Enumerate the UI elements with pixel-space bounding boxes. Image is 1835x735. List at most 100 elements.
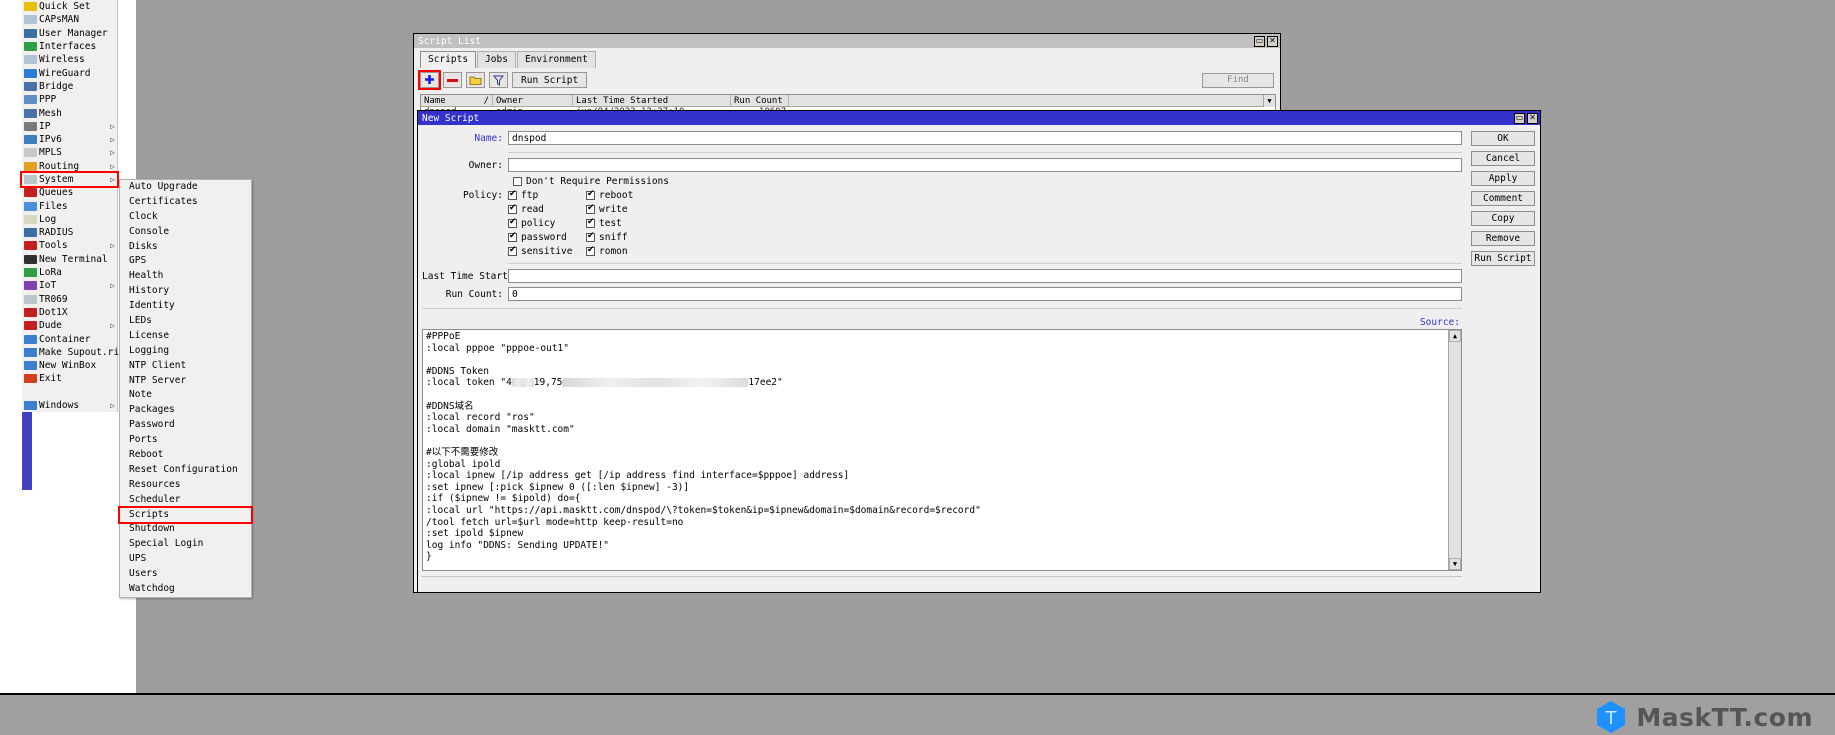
submenu-item-users[interactable]: Users	[120, 567, 251, 582]
run-script-button[interactable]: Run Script	[1471, 251, 1535, 266]
submenu-item-special-login[interactable]: Special Login	[120, 537, 251, 552]
menu-item-tools[interactable]: Tools ▷	[22, 239, 117, 252]
submenu-item-resources[interactable]: Resources	[120, 478, 251, 493]
submenu-item-certificates[interactable]: Certificates	[120, 195, 251, 210]
new-script-titlebar[interactable]: New Script ▭ ✕	[418, 111, 1540, 125]
submenu-item-license[interactable]: License	[120, 329, 251, 344]
policy-password[interactable]: password	[508, 231, 574, 243]
menu-item-capsman[interactable]: CAPsMAN	[22, 13, 117, 26]
menu-item-ipv6[interactable]: IPv6 ▷	[22, 133, 117, 146]
menu-item-dude[interactable]: Dude ▷	[22, 319, 117, 332]
tab-environment[interactable]: Environment	[516, 51, 596, 68]
submenu-item-console[interactable]: Console	[120, 225, 251, 240]
menu-item-new-terminal[interactable]: New Terminal	[22, 253, 117, 266]
policy-test[interactable]: test	[586, 217, 652, 229]
name-input[interactable]: dnspod	[508, 131, 1462, 145]
policy-read[interactable]: read	[508, 203, 574, 215]
minimize-icon[interactable]: ▭	[1514, 112, 1525, 124]
ok-button[interactable]: OK	[1471, 131, 1535, 146]
policy-read-checkbox[interactable]	[508, 203, 517, 214]
column-header-name[interactable]: Name /	[421, 95, 493, 106]
submenu-item-shutdown[interactable]: Shutdown	[120, 522, 251, 537]
submenu-item-gps[interactable]: GPS	[120, 254, 251, 269]
submenu-item-health[interactable]: Health	[120, 269, 251, 284]
menu-item-new-winbox[interactable]: New WinBox	[22, 359, 117, 372]
submenu-item-reset-configuration[interactable]: Reset Configuration	[120, 463, 251, 478]
column-header-run-count[interactable]: Run Count	[731, 95, 789, 106]
enable-script-button[interactable]	[466, 72, 485, 88]
menu-item-windows[interactable]: Windows ▷	[22, 399, 117, 412]
submenu-item-history[interactable]: History	[120, 284, 251, 299]
menu-item-system[interactable]: System ▷	[20, 170, 119, 189]
submenu-item-reboot[interactable]: Reboot	[120, 448, 251, 463]
submenu-item-ports[interactable]: Ports	[120, 433, 251, 448]
submenu-item-logging[interactable]: Logging	[120, 344, 251, 359]
menu-item-interfaces[interactable]: Interfaces	[22, 40, 117, 53]
submenu-item-ntp-client[interactable]: NTP Client	[120, 359, 251, 374]
menu-item-make-supout-rif[interactable]: Make Supout.rif	[22, 346, 125, 359]
script-list-tabs[interactable]: Scripts Jobs Environment	[414, 48, 1280, 68]
close-icon[interactable]: ✕	[1267, 35, 1278, 47]
submenu-item-ntp-server[interactable]: NTP Server	[120, 374, 251, 389]
menu-item-tr069[interactable]: TR069	[22, 293, 117, 306]
add-script-button[interactable]	[418, 70, 441, 90]
menu-item-wireless[interactable]: Wireless	[22, 53, 117, 66]
cancel-button[interactable]: Cancel	[1471, 151, 1535, 166]
policy-policy[interactable]: policy	[508, 217, 574, 229]
scroll-up-icon[interactable]: ▲	[1449, 330, 1461, 342]
submenu-item-watchdog[interactable]: Watchdog	[120, 582, 251, 597]
policy-sniff[interactable]: sniff	[586, 231, 652, 243]
menu-item-container[interactable]: Container	[22, 332, 117, 345]
menu-item-files[interactable]: Files	[22, 199, 117, 212]
submenu-item-note[interactable]: Note	[120, 388, 251, 403]
menu-item-bridge[interactable]: Bridge	[22, 80, 117, 93]
run-script-button[interactable]: Run Script	[512, 72, 588, 88]
policy-ftp-checkbox[interactable]	[508, 189, 517, 200]
menu-item-wireguard[interactable]: WireGuard	[22, 66, 117, 79]
menu-item-iot[interactable]: IoT ▷	[22, 279, 117, 292]
menu-item-mesh[interactable]: Mesh	[22, 106, 117, 119]
apply-button[interactable]: Apply	[1471, 171, 1535, 186]
script-list-window-buttons[interactable]: ▭ ✕	[1254, 35, 1278, 47]
menu-item-exit[interactable]: Exit	[22, 372, 117, 385]
policy-romon-checkbox[interactable]	[586, 245, 595, 256]
submenu-item-disks[interactable]: Disks	[120, 240, 251, 255]
menu-item-log[interactable]: Log	[22, 213, 117, 226]
remove-button[interactable]: Remove	[1471, 231, 1535, 246]
menu-item-quick-set[interactable]: Quick Set	[22, 0, 117, 13]
policy-password-checkbox[interactable]	[508, 231, 517, 242]
column-header-last-time-started[interactable]: Last Time Started	[573, 95, 731, 106]
policy-reboot[interactable]: reboot	[586, 189, 652, 201]
source-editor[interactable]: #PPPoE:local pppoe "pppoe-out1" #DDNS To…	[422, 329, 1462, 571]
submenu-item-ups[interactable]: UPS	[120, 552, 251, 567]
close-icon[interactable]: ✕	[1527, 112, 1538, 124]
new-script-buttons[interactable]: OK Cancel Apply Comment Copy Remove Run Script	[1468, 125, 1540, 592]
policy-block[interactable]: Policy: ftp reboot read write policy test passw…	[422, 189, 1462, 260]
menu-item-radius[interactable]: RADIUS	[22, 226, 117, 239]
menu-item-ip[interactable]: IP ▷	[22, 120, 117, 133]
dont-require-permissions-row[interactable]: Don't Require Permissions	[422, 176, 1462, 187]
main-menu[interactable]: Quick Set CAPsMAN User Manager Interfaces Wi…	[20, 0, 125, 413]
policy-ftp[interactable]: ftp	[508, 189, 574, 201]
policy-sensitive[interactable]: sensitive	[508, 245, 574, 257]
menu-item-queues[interactable]: Queues	[22, 186, 117, 199]
submenu-item-scripts[interactable]: Scripts	[118, 505, 253, 525]
filter-icon[interactable]	[489, 72, 508, 88]
script-list-titlebar[interactable]: Script List ▭ ✕	[414, 34, 1280, 48]
tab-scripts[interactable]: Scripts	[420, 51, 477, 68]
source-text[interactable]: #PPPoE:local pppoe "pppoe-out1" #DDNS To…	[423, 330, 1448, 570]
find-input[interactable]: Find	[1202, 72, 1274, 88]
menu-item-routing[interactable]: Routing ▷	[22, 160, 117, 173]
submenu-item-clock[interactable]: Clock	[120, 210, 251, 225]
column-header-owner[interactable]: Owner	[493, 95, 573, 106]
script-list-toolbar[interactable]: Run Script Find	[414, 68, 1280, 92]
system-submenu[interactable]: Auto Upgrade Certificates Clock Console Disk…	[118, 179, 253, 598]
menu-item-lora[interactable]: LoRa	[22, 266, 117, 279]
source-scrollbar[interactable]: ▲ ▼	[1448, 330, 1461, 570]
menu-item-user-manager[interactable]: User Manager	[22, 27, 117, 40]
copy-button[interactable]: Copy	[1471, 211, 1535, 226]
submenu-item-identity[interactable]: Identity	[120, 299, 251, 314]
new-script-window[interactable]: New Script ▭ ✕ Name: dnspod Owner: Don't…	[417, 110, 1541, 593]
policy-sensitive-checkbox[interactable]	[508, 245, 517, 256]
policy-write-checkbox[interactable]	[586, 203, 595, 214]
